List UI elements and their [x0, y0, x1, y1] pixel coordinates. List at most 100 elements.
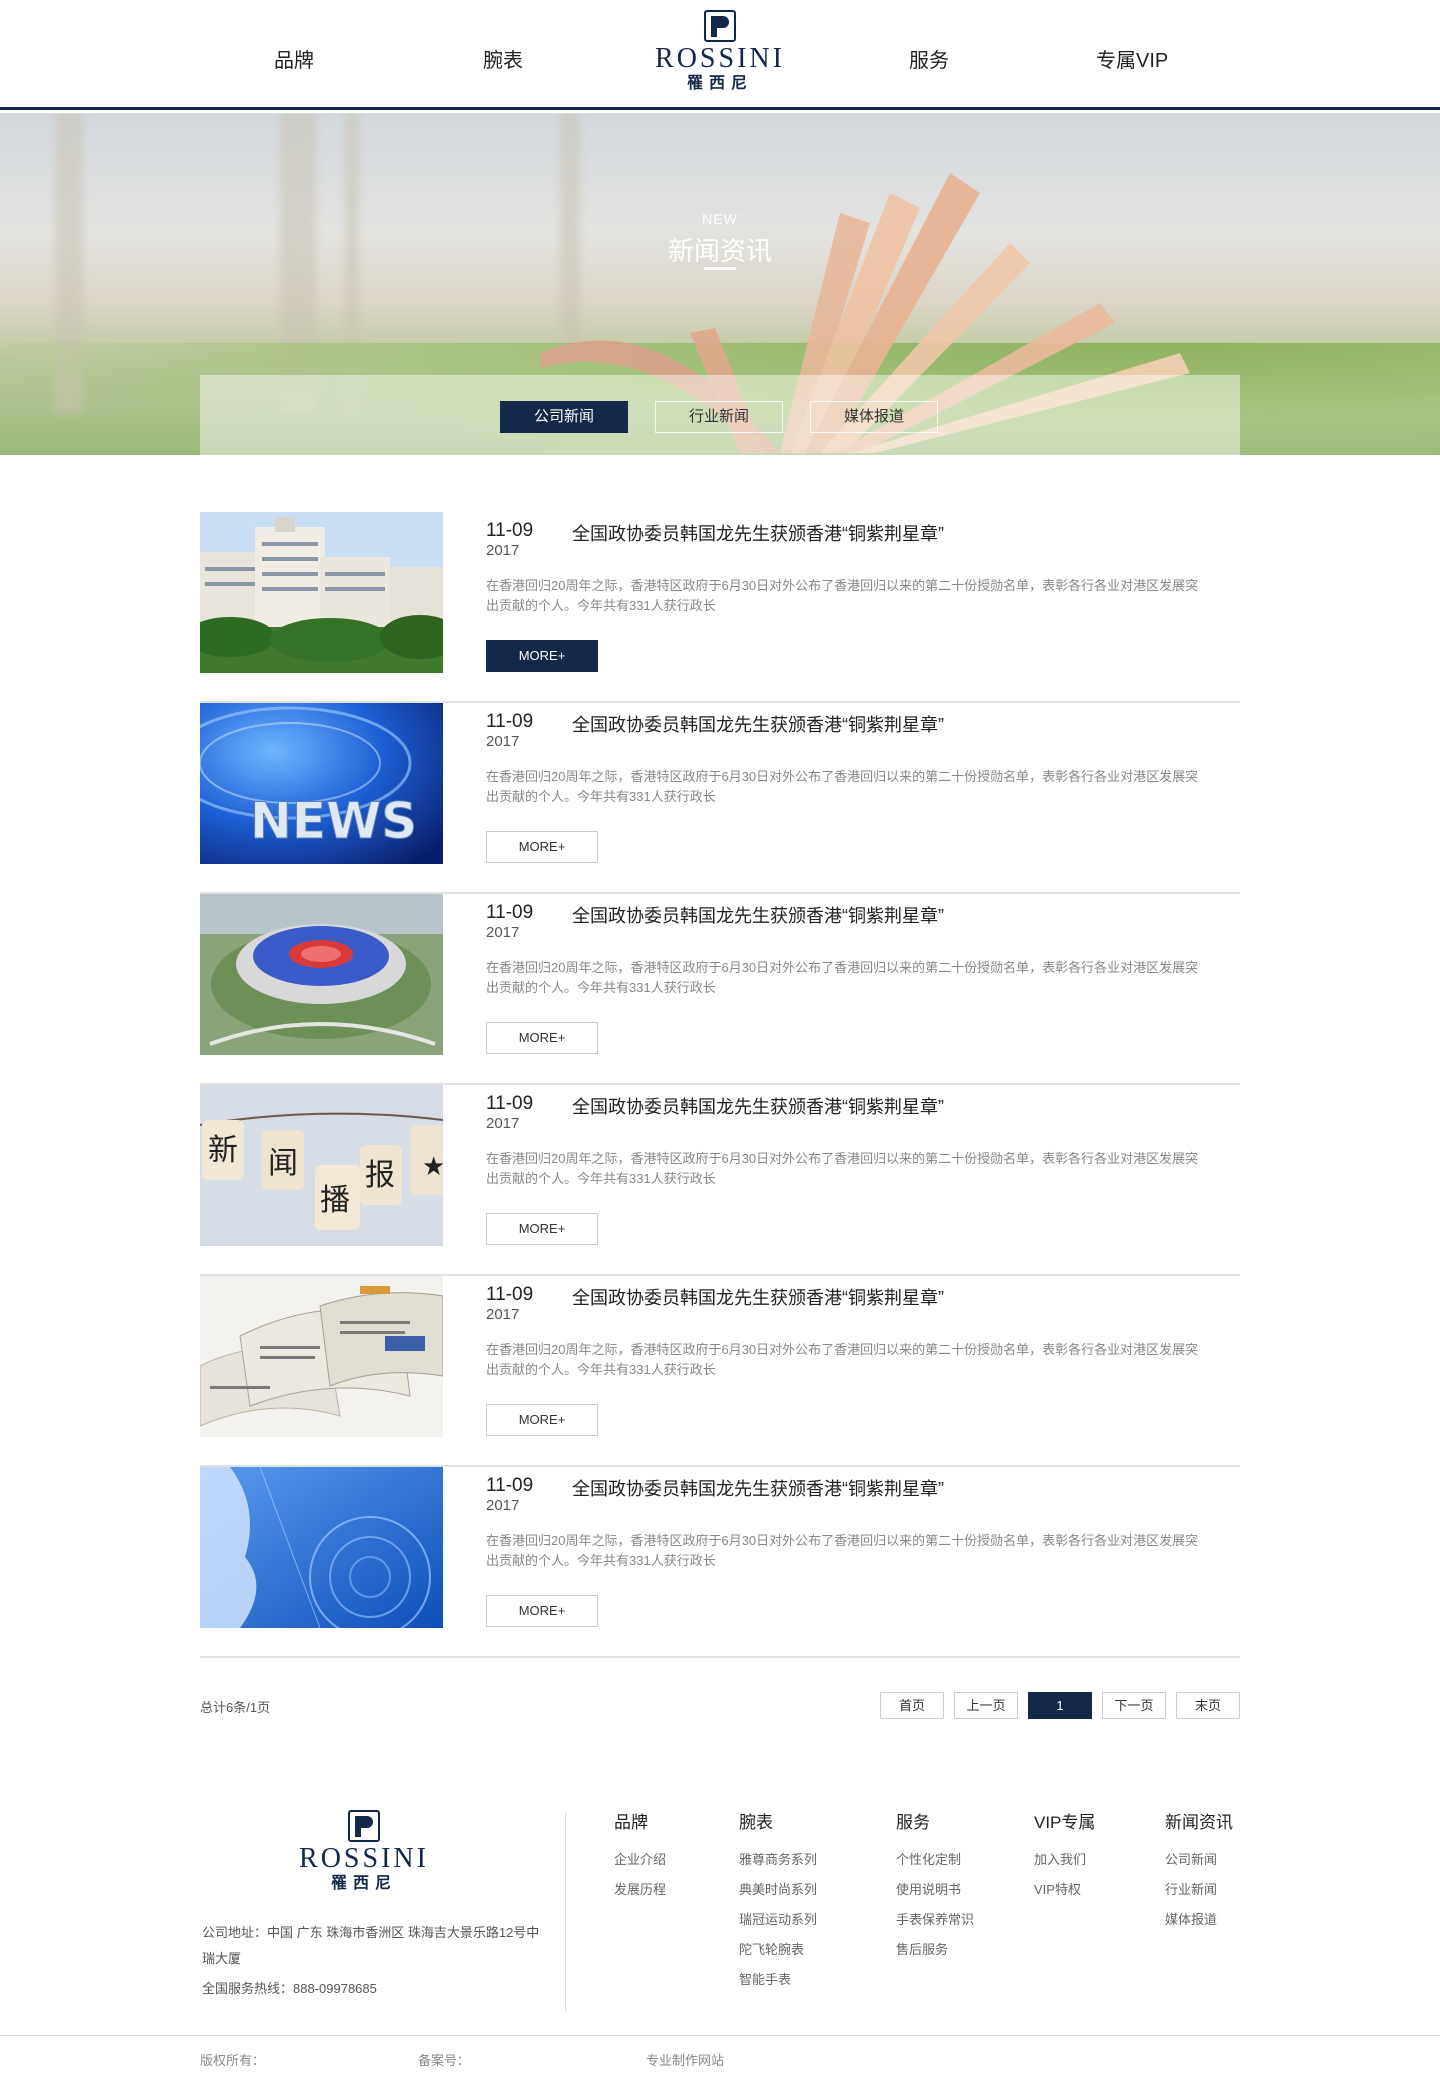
footer-logo-text: ROSSINI	[299, 1843, 429, 1874]
footer-link[interactable]: 典美时尚系列	[739, 1875, 817, 1905]
page-prev-button[interactable]: 上一页	[954, 1692, 1018, 1719]
footer-link[interactable]: 加入我们	[1034, 1845, 1095, 1875]
page-next-button[interactable]: 下一页	[1102, 1692, 1166, 1719]
news-title[interactable]: 全国政协委员韩国龙先生获颁香港“铜紫荆星章”	[572, 520, 944, 546]
logo-r-icon	[348, 1810, 380, 1842]
news-image-caption: NEWS	[250, 792, 417, 850]
news-title[interactable]: 全国政协委员韩国龙先生获颁香港“铜紫荆星章”	[572, 1093, 944, 1119]
news-date: 11-09	[486, 1475, 534, 1496]
page-first-button[interactable]: 首页	[880, 1692, 944, 1719]
news-more-button[interactable]: MORE+	[486, 640, 598, 672]
footer-link[interactable]: 智能手表	[739, 1965, 817, 1995]
news-banner: NEW 新闻资讯 公司新闻 行业新闻 媒体报道	[0, 113, 1440, 455]
news-title[interactable]: 全国政协委员韩国龙先生获颁香港“铜紫荆星章”	[572, 711, 944, 737]
news-year: 2017	[486, 1115, 520, 1132]
svg-text:★: ★	[422, 1152, 443, 1182]
news-year: 2017	[486, 733, 520, 750]
news-year: 2017	[486, 1497, 520, 1514]
news-date: 11-09	[486, 1284, 534, 1305]
logo-r-icon	[704, 10, 736, 42]
news-more-button[interactable]: MORE+	[486, 1022, 598, 1054]
news-year: 2017	[486, 542, 520, 559]
news-summary: 在香港回归20周年之际，香港特区政府于6月30日对外公布了香港回归以来的第二十份…	[486, 960, 1199, 995]
news-thumbnail[interactable]	[200, 1467, 443, 1628]
footer-icp: 备案号：	[418, 2053, 471, 2068]
footer-link[interactable]: 个性化定制	[896, 1845, 974, 1875]
news-more-button[interactable]: MORE+	[486, 1595, 598, 1627]
banner-title-underline	[704, 267, 736, 270]
news-summary: 在香港回归20周年之际，香港特区政府于6月30日对外公布了香港回归以来的第二十份…	[486, 769, 1199, 804]
footer-link[interactable]: 媒体报道	[1165, 1905, 1233, 1935]
news-image-caption: 播	[320, 1183, 350, 1218]
footer-link[interactable]: 企业介绍	[614, 1845, 666, 1875]
footer-link[interactable]: 使用说明书	[896, 1875, 974, 1905]
news-title[interactable]: 全国政协委员韩国龙先生获颁香港“铜紫荆星章”	[572, 1475, 944, 1501]
nav-vip[interactable]: 专属VIP	[1096, 44, 1168, 73]
news-thumbnail[interactable]	[200, 512, 443, 673]
news-thumbnail[interactable]	[200, 1276, 443, 1437]
footer-link[interactable]: 雅尊商务系列	[739, 1845, 817, 1875]
news-thumbnail[interactable]: 新 闻 播 报 ★	[200, 1085, 443, 1246]
page-number-button[interactable]: 1	[1028, 1692, 1092, 1719]
footer-column-title[interactable]: VIP专属	[1034, 1808, 1095, 1833]
footer-column-news: 新闻资讯 公司新闻 行业新闻 媒体报道	[1165, 1808, 1233, 1935]
footer-column-brand: 品牌 企业介绍 发展历程	[614, 1808, 666, 1905]
news-item: 11-09 2017 全国政协委员韩国龙先生获颁香港“铜紫荆星章” 在香港回归2…	[200, 1467, 1240, 1658]
footer-made-by[interactable]: 专业制作网站	[646, 2050, 724, 2069]
news-summary: 在香港回归20周年之际，香港特区政府于6月30日对外公布了香港回归以来的第二十份…	[486, 578, 1199, 613]
footer-column-title[interactable]: 腕表	[739, 1808, 817, 1833]
footer-link[interactable]: 公司新闻	[1165, 1845, 1233, 1875]
news-image-caption: 报	[365, 1158, 395, 1193]
news-image-caption: 新	[208, 1133, 238, 1168]
footer-link[interactable]: 行业新闻	[1165, 1875, 1233, 1905]
footer-column-title[interactable]: 品牌	[614, 1808, 666, 1833]
news-summary: 在香港回归20周年之际，香港特区政府于6月30日对外公布了香港回归以来的第二十份…	[486, 1533, 1199, 1568]
tab-industry-news[interactable]: 行业新闻	[655, 401, 783, 433]
footer-link[interactable]: VIP特权	[1034, 1875, 1095, 1905]
news-title[interactable]: 全国政协委员韩国龙先生获颁香港“铜紫荆星章”	[572, 902, 944, 928]
footer-column-title[interactable]: 服务	[896, 1808, 974, 1833]
news-date: 11-09	[486, 711, 534, 732]
news-item: NEWS 11-09 2017 全国政协委员韩国龙先生获颁香港“铜紫荆星章” 在…	[200, 703, 1240, 894]
logo-text: ROSSINI	[655, 43, 785, 74]
news-title[interactable]: 全国政协委员韩国龙先生获颁香港“铜紫荆星章”	[572, 1284, 944, 1310]
news-year: 2017	[486, 924, 520, 941]
news-thumbnail[interactable]	[200, 894, 443, 1055]
news-more-button[interactable]: MORE+	[486, 1404, 598, 1436]
footer-logo-chinese: 罹西尼	[330, 1873, 397, 1892]
news-thumbnail[interactable]: NEWS	[200, 703, 443, 864]
logo-chinese: 罹西尼	[686, 73, 753, 92]
footer-address: 公司地址：中国 广东 珠海市香洲区 珠海吉大景乐路12号中瑞大厦	[202, 1925, 540, 1966]
footer-link[interactable]: 售后服务	[896, 1935, 974, 1965]
pagination-total: 总计6条/1页	[200, 1700, 271, 1715]
footer-divider	[565, 1812, 566, 2012]
tab-media-reports[interactable]: 媒体报道	[810, 401, 938, 433]
news-more-button[interactable]: MORE+	[486, 831, 598, 863]
news-summary: 在香港回归20周年之际，香港特区政府于6月30日对外公布了香港回归以来的第二十份…	[486, 1151, 1199, 1186]
footer-logo[interactable]: ROSSINI 罹西尼	[282, 1810, 446, 1892]
nav-watches[interactable]: 腕表	[483, 44, 523, 73]
footer-link[interactable]: 手表保养常识	[896, 1905, 974, 1935]
banner-title: 新闻资讯	[667, 236, 772, 266]
footer-contact: 公司地址：中国 广东 珠海市香洲区 珠海吉大景乐路12号中瑞大厦 全国服务热线：…	[202, 1920, 552, 2002]
footer-column-watches: 腕表 雅尊商务系列 典美时尚系列 瑞冠运动系列 陀飞轮腕表 智能手表	[739, 1808, 817, 1995]
news-date: 11-09	[486, 1093, 534, 1114]
footer-link[interactable]: 瑞冠运动系列	[739, 1905, 817, 1935]
news-item: 11-09 2017 全国政协委员韩国龙先生获颁香港“铜紫荆星章” 在香港回归2…	[200, 512, 1240, 703]
footer-link[interactable]: 陀飞轮腕表	[739, 1935, 817, 1965]
site-logo[interactable]: ROSSINI 罹西尼	[638, 10, 802, 92]
page-last-button[interactable]: 末页	[1176, 1692, 1240, 1719]
news-category-tabs: 公司新闻 行业新闻 媒体报道	[200, 375, 1240, 455]
nav-service[interactable]: 服务	[909, 44, 949, 73]
footer-link[interactable]: 发展历程	[614, 1875, 666, 1905]
news-item: 11-09 2017 全国政协委员韩国龙先生获颁香港“铜紫荆星章” 在香港回归2…	[200, 894, 1240, 1085]
footer-bottom-divider	[0, 2035, 1440, 2036]
tab-company-news[interactable]: 公司新闻	[500, 401, 628, 433]
news-item: 新 闻 播 报 ★ 11-09 2017 全国政协委员韩国龙先生获颁香港“铜紫荆…	[200, 1085, 1240, 1276]
footer-column-title[interactable]: 新闻资讯	[1165, 1808, 1233, 1833]
news-more-button[interactable]: MORE+	[486, 1213, 598, 1245]
news-date: 11-09	[486, 520, 534, 541]
footer-copyright: 版权所有：	[200, 2053, 266, 2068]
nav-brand[interactable]: 品牌	[274, 44, 314, 73]
footer-column-vip: VIP专属 加入我们 VIP特权	[1034, 1808, 1095, 1905]
